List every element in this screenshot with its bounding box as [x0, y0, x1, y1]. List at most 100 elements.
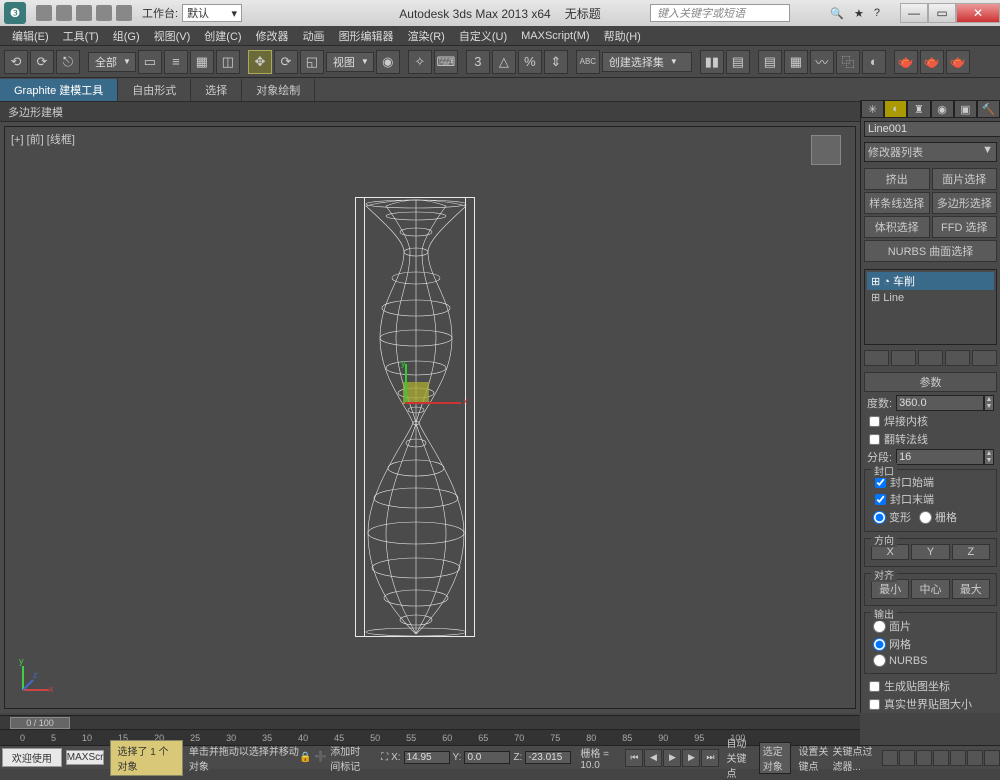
next-frame-icon[interactable]: ▶	[682, 749, 700, 767]
dir-y-button[interactable]: Y	[911, 544, 949, 560]
btn-extrude[interactable]: 挤出	[864, 168, 930, 190]
segments-input[interactable]	[896, 449, 984, 465]
app-icon[interactable]: ❸	[4, 2, 26, 24]
align-max-button[interactable]: 最大	[952, 579, 990, 599]
ref-coord-dropdown[interactable]: 视图▼	[326, 52, 374, 72]
qat-open-icon[interactable]	[56, 5, 72, 21]
align-icon[interactable]: ▤	[726, 50, 750, 74]
qat-save-icon[interactable]	[76, 5, 92, 21]
orbit-icon[interactable]	[967, 750, 983, 766]
maxscript-button[interactable]: MAXScr	[66, 750, 105, 765]
stack-item-lathe[interactable]: ⊞ ◔ 车削	[867, 272, 994, 290]
dir-z-button[interactable]: Z	[952, 544, 990, 560]
pan-icon[interactable]	[899, 750, 915, 766]
unlink-icon[interactable]: ⟳	[30, 50, 54, 74]
z-input[interactable]	[525, 751, 571, 764]
select-window-icon[interactable]: ◫	[216, 50, 240, 74]
object-name-input[interactable]	[864, 121, 1000, 137]
time-slider[interactable]: 0 / 100	[0, 715, 860, 729]
pin-stack-icon[interactable]	[864, 350, 889, 366]
menu-maxscript[interactable]: MAXScript(M)	[515, 28, 595, 44]
select-rect-icon[interactable]: ▦	[190, 50, 214, 74]
material-editor-icon[interactable]: ◐	[862, 50, 886, 74]
x-input[interactable]	[404, 751, 450, 764]
percentsnap-icon[interactable]: %	[518, 50, 542, 74]
abs-rel-icon[interactable]: ⛶	[381, 752, 388, 763]
viewport-label[interactable]: [+] [前] [线框]	[11, 131, 75, 147]
gizmo-y-axis[interactable]	[405, 364, 407, 402]
out-patch-radio[interactable]	[873, 620, 886, 633]
menu-edit[interactable]: 编辑(E)	[6, 26, 55, 46]
weld-core-checkbox[interactable]	[869, 416, 880, 427]
scale-icon[interactable]: ◱	[300, 50, 324, 74]
unique-icon[interactable]	[918, 350, 943, 366]
goto-end-icon[interactable]: ⏭	[701, 749, 719, 767]
setkey-button[interactable]: 设置关键点	[798, 743, 829, 773]
viewcube[interactable]	[811, 135, 841, 165]
menu-animation[interactable]: 动画	[297, 26, 331, 46]
gizmo-x-axis[interactable]	[405, 402, 461, 404]
rollout-parameters[interactable]: 参数	[864, 372, 997, 392]
help-search-input[interactable]: 键入关键字或短语	[650, 4, 790, 22]
play-icon[interactable]: ▶	[663, 749, 681, 767]
out-mesh-radio[interactable]	[873, 638, 886, 651]
anglesnap-icon[interactable]: △	[492, 50, 516, 74]
ribbon-icon[interactable]: ▦	[784, 50, 808, 74]
stack-item-line[interactable]: ⊞ Line	[867, 290, 994, 305]
spinner-icon[interactable]: ▲▼	[984, 449, 994, 465]
degrees-input[interactable]	[896, 395, 984, 411]
menu-tools[interactable]: 工具(T)	[57, 26, 105, 46]
spinnersnap-icon[interactable]: ⇕	[544, 50, 568, 74]
tab-create-icon[interactable]: ✳	[861, 100, 884, 118]
tab-display-icon[interactable]: ▣	[954, 100, 977, 118]
abc-icon[interactable]: ABC	[576, 50, 600, 74]
menu-modifiers[interactable]: 修改器	[250, 26, 295, 46]
select-icon[interactable]: ▭	[138, 50, 162, 74]
zoom-ext-icon[interactable]	[933, 750, 949, 766]
ribbon-panel-label[interactable]: 多边形建模	[0, 102, 1000, 122]
menu-group[interactable]: 组(G)	[107, 26, 146, 46]
welcome-button[interactable]: 欢迎使用	[2, 748, 62, 767]
workspace-dropdown[interactable]: 默认▾	[182, 4, 242, 22]
tab-graphite[interactable]: Graphite 建模工具	[0, 79, 118, 101]
align-min-button[interactable]: 最小	[871, 579, 909, 599]
close-button[interactable]: ✕	[956, 3, 1000, 23]
tab-motion-icon[interactable]: ◉	[931, 100, 954, 118]
flip-normals-checkbox[interactable]	[869, 434, 880, 445]
zoom-icon[interactable]	[916, 750, 932, 766]
qat-redo-icon[interactable]	[116, 5, 132, 21]
layers-icon[interactable]: ▤	[758, 50, 782, 74]
y-input[interactable]	[464, 751, 510, 764]
tab-hierarchy-icon[interactable]: ♜	[907, 100, 930, 118]
rotate-icon[interactable]: ⟳	[274, 50, 298, 74]
out-nurbs-radio[interactable]	[873, 654, 886, 667]
gen-uv-checkbox[interactable]	[869, 681, 880, 692]
keyfilter-button[interactable]: 关键点过滤器...	[833, 743, 875, 773]
btn-spline-select[interactable]: 样条线选择	[864, 192, 930, 214]
render-frame-icon[interactable]: 🫖	[920, 50, 944, 74]
snap3-icon[interactable]: 3	[466, 50, 490, 74]
autokey-button[interactable]: 自动关键点	[726, 735, 755, 780]
menu-customize[interactable]: 自定义(U)	[453, 26, 513, 46]
named-selection-dropdown[interactable]: 创建选择集▼	[602, 52, 692, 72]
menu-help[interactable]: 帮助(H)	[598, 26, 647, 46]
cap-end-checkbox[interactable]	[875, 494, 886, 505]
time-thumb[interactable]: 0 / 100	[10, 717, 70, 729]
schematic-icon[interactable]: ⿻	[836, 50, 860, 74]
search-icon[interactable]: 🔍	[830, 7, 844, 20]
btn-nurbs-select[interactable]: NURBS 曲面选择	[864, 240, 997, 262]
menu-create[interactable]: 创建(C)	[198, 26, 247, 46]
lock-icon[interactable]: 🔒	[299, 752, 311, 763]
remove-mod-icon[interactable]	[945, 350, 970, 366]
real-uv-checkbox[interactable]	[869, 699, 880, 710]
isolate-icon[interactable]	[882, 750, 898, 766]
menu-grapheditors[interactable]: 图形编辑器	[333, 26, 400, 46]
maximize-button[interactable]: ▭	[928, 3, 956, 23]
tab-utilities-icon[interactable]: 🔨	[977, 100, 1000, 118]
modifier-list-dropdown[interactable]: 修改器列表▼	[864, 142, 997, 162]
keymode-icon[interactable]: ⌨	[434, 50, 458, 74]
tab-freeform[interactable]: 自由形式	[118, 79, 191, 101]
render-icon[interactable]: 🫖	[946, 50, 970, 74]
curve-editor-icon[interactable]: 〰	[810, 50, 834, 74]
show-end-icon[interactable]	[891, 350, 916, 366]
